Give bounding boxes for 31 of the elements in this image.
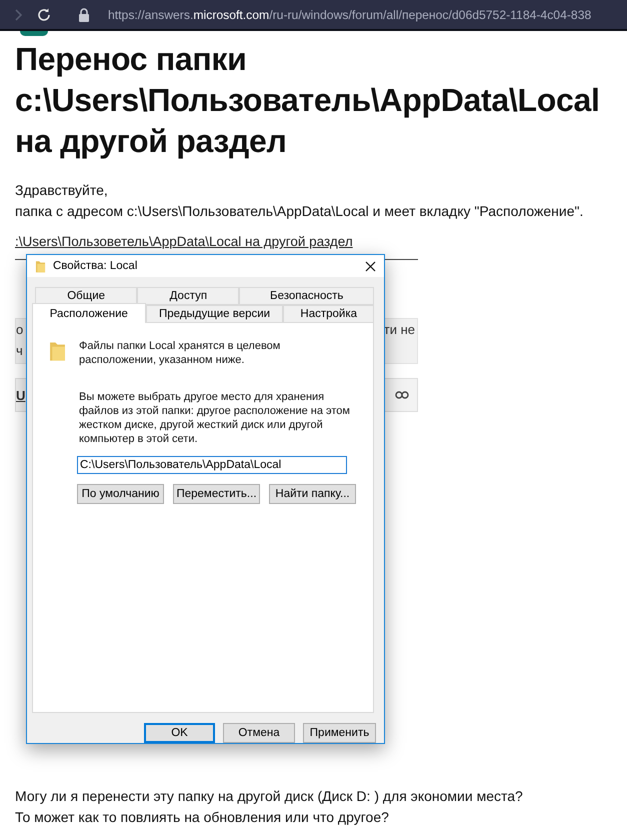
lock-icon [76, 6, 92, 22]
fragment-text: ти не [384, 321, 416, 339]
dialog-title: Свойства: Local [53, 260, 138, 272]
action-button[interactable]: По умолчанию [77, 484, 164, 504]
tab[interactable]: Безопасность [239, 287, 374, 306]
question-text: То может как то повлиять на обновления или что другое? [15, 808, 390, 827]
dialog-button[interactable]: Применить [303, 723, 376, 743]
link-icon[interactable] [395, 391, 409, 399]
description-text: Вы можете выбрать другое место для хранения файлов из этой папки: другое расположение на этом жестком диске, другой жесткий диск или другой компьютер в этой сети. [79, 390, 351, 446]
fragment-text: о [16, 321, 24, 339]
dialog-button[interactable]: Отмена [223, 723, 295, 743]
path-field[interactable]: C:\Users\Пользователь\AppData\Local [77, 456, 347, 474]
fragment-text: ч [16, 342, 24, 360]
dialog-button[interactable]: OK [144, 723, 215, 743]
post-title: Перенос папки c:\Users\Пользователь\AppData\Local на другой раздел [15, 40, 601, 161]
reload-icon[interactable] [36, 6, 52, 22]
info-text: Файлы папки Local хранятся в целевом расположении, указанном ниже. [79, 339, 282, 368]
underline-button[interactable]: U [16, 388, 26, 402]
badge-edge [20, 31, 48, 36]
url-text[interactable]: https://answers.microsoft.com/ru-ru/windows/forum/all/перенос/d06d5752-1184-4c04-838 [108, 8, 592, 22]
tab[interactable]: Расположение [32, 303, 146, 324]
tab[interactable]: Доступ [137, 287, 240, 306]
folder-icon [35, 260, 46, 273]
body-text: Здравствуйте, [15, 181, 109, 200]
action-button[interactable]: Переместить... [173, 484, 260, 504]
question-text: Могу ли я перенести эту папку на другой диск (Диск D: ) для экономии места? [15, 787, 524, 806]
tab[interactable]: Предыдущие версии [146, 305, 284, 324]
action-button[interactable]: Найти папку... [269, 484, 356, 504]
close-icon[interactable] [365, 260, 376, 272]
tab[interactable]: Настройка [283, 305, 374, 324]
body-text: папка с адресом c:\Users\Пользователь\AppData\Local и меет вкладку "Расположение". [15, 202, 584, 221]
